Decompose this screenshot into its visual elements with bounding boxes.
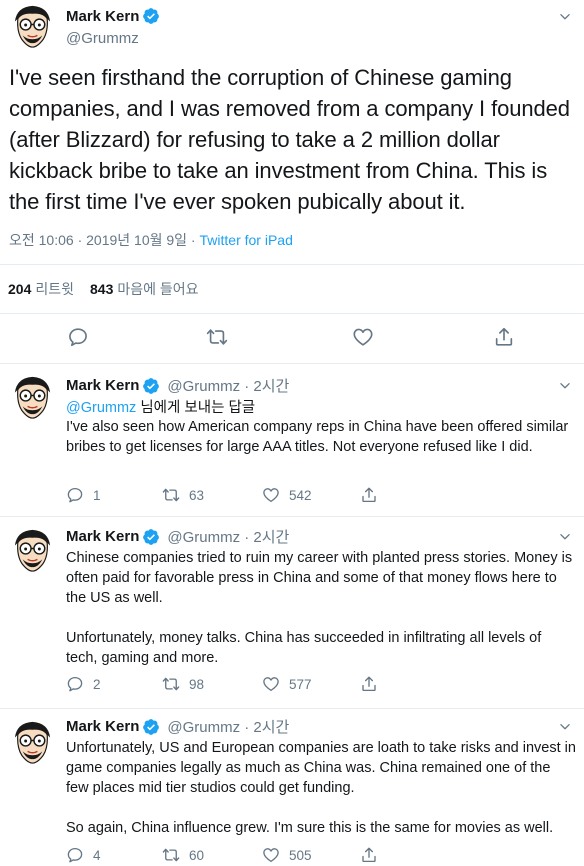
reply-tweet[interactable]: Mark Kern @Grummz · 2시간 Chinese companie… [0,518,584,709]
share-icon [360,486,378,504]
chevron-down-icon[interactable] [558,720,572,734]
share-button[interactable] [360,846,378,864]
like-button[interactable]: 505 [262,846,312,864]
reply-button[interactable]: 2 [66,675,101,693]
reply-text: Chinese companies tried to ruin my caree… [66,550,573,666]
reply-actions: 1 63 542 [66,486,566,506]
avatar-image [8,373,57,422]
like-count: 577 [289,676,312,692]
share-icon [360,846,378,864]
like-icon [262,486,280,504]
author-name-row: Mark Kern @Grummz · 2시간 [66,526,289,547]
verified-badge-icon [142,7,160,25]
author-handle[interactable]: @Grummz [66,30,139,47]
verified-badge-icon [142,377,160,395]
like-icon[interactable] [352,326,374,348]
tweet-actions [0,326,584,352]
tweet-timestamp[interactable]: 오전 10:06 · 2019년 10월 9일 · [9,232,200,248]
retweets-label[interactable]: 리트윗 [35,279,74,299]
chevron-down-icon[interactable] [558,530,572,544]
main-tweet: Mark Kern @Grummz I've seen firsthand th… [0,0,584,364]
chevron-down-icon[interactable] [558,379,572,393]
author-name-row: Mark Kern [66,7,160,25]
verified-badge-icon [142,528,160,546]
reply-actions: 4 60 505 [66,846,566,866]
handle-row: @Grummz [66,30,139,47]
like-icon [262,846,280,864]
retweets-count[interactable]: 204 [8,281,31,297]
reply-icon [66,675,84,693]
avatar-image [8,718,57,767]
share-icon[interactable] [493,326,515,348]
avatar[interactable] [8,526,57,575]
retweet-icon [162,486,180,504]
replying-to: @Grummz 님에게 보내는 답글 [66,396,255,417]
reply-icon[interactable] [67,326,89,348]
share-icon [360,675,378,693]
author-handle-time[interactable]: @Grummz · 2시간 [167,375,289,396]
reply-tweet[interactable]: Mark Kern @Grummz · 2시간 @Grummz 님에게 보내는 … [0,365,584,517]
retweet-button[interactable]: 98 [162,675,204,693]
engagement-stats: 204 리트윗 843 마음에 들어요 [0,264,584,314]
tweet-meta: 오전 10:06 · 2019년 10월 9일 · Twitter for iP… [9,230,293,250]
retweet-icon [162,846,180,864]
author-name-row: Mark Kern @Grummz · 2시간 [66,716,289,737]
author-handle-time[interactable]: @Grummz · 2시간 [167,526,289,547]
reply-icon [66,846,84,864]
author-name[interactable]: Mark Kern [66,718,139,735]
retweet-count: 60 [189,847,205,863]
reply-count: 4 [93,847,101,863]
reply-button[interactable]: 4 [66,846,101,864]
author-name[interactable]: Mark Kern [66,377,139,394]
reply-text: I've also seen how American company reps… [66,419,569,455]
share-button[interactable] [360,675,378,693]
reply-text: Unfortunately, US and European companies… [66,740,576,836]
author-handle-time[interactable]: @Grummz · 2시간 [167,716,289,737]
reply-tweet[interactable]: Mark Kern @Grummz · 2시간 Unfortunately, U… [0,710,584,866]
like-button[interactable]: 542 [262,486,312,504]
avatar[interactable] [8,718,57,767]
retweet-button[interactable]: 60 [162,846,204,864]
retweet-button[interactable]: 63 [162,486,204,504]
like-button[interactable]: 577 [262,675,312,693]
verified-badge-icon [142,718,160,736]
like-icon [262,675,280,693]
retweet-icon[interactable] [206,326,228,348]
like-count: 542 [289,487,312,503]
tweet-text: I've seen firsthand the corruption of Ch… [9,65,570,214]
author-name-row: Mark Kern @Grummz · 2시간 [66,375,289,396]
avatar-image [8,2,57,51]
like-count: 505 [289,847,312,863]
chevron-down-icon[interactable] [558,10,572,24]
tweet-source-link[interactable]: Twitter for iPad [200,232,293,248]
share-button[interactable] [360,486,378,504]
reply-to-suffix: 님에게 보내는 답글 [136,400,256,416]
reply-count: 1 [93,487,101,503]
reply-actions: 2 98 577 [66,675,566,695]
reply-to-mention[interactable]: @Grummz [66,400,136,416]
retweet-count: 98 [189,676,205,692]
reply-count: 2 [93,676,101,692]
author-name[interactable]: Mark Kern [66,528,139,545]
avatar[interactable] [8,373,57,422]
reply-button[interactable]: 1 [66,486,101,504]
avatar-image [8,526,57,575]
reply-icon [66,486,84,504]
likes-label[interactable]: 마음에 들어요 [117,279,198,299]
author-name[interactable]: Mark Kern [66,8,139,25]
likes-count[interactable]: 843 [90,281,113,297]
retweet-icon [162,675,180,693]
avatar[interactable] [8,2,57,51]
retweet-count: 63 [189,487,205,503]
